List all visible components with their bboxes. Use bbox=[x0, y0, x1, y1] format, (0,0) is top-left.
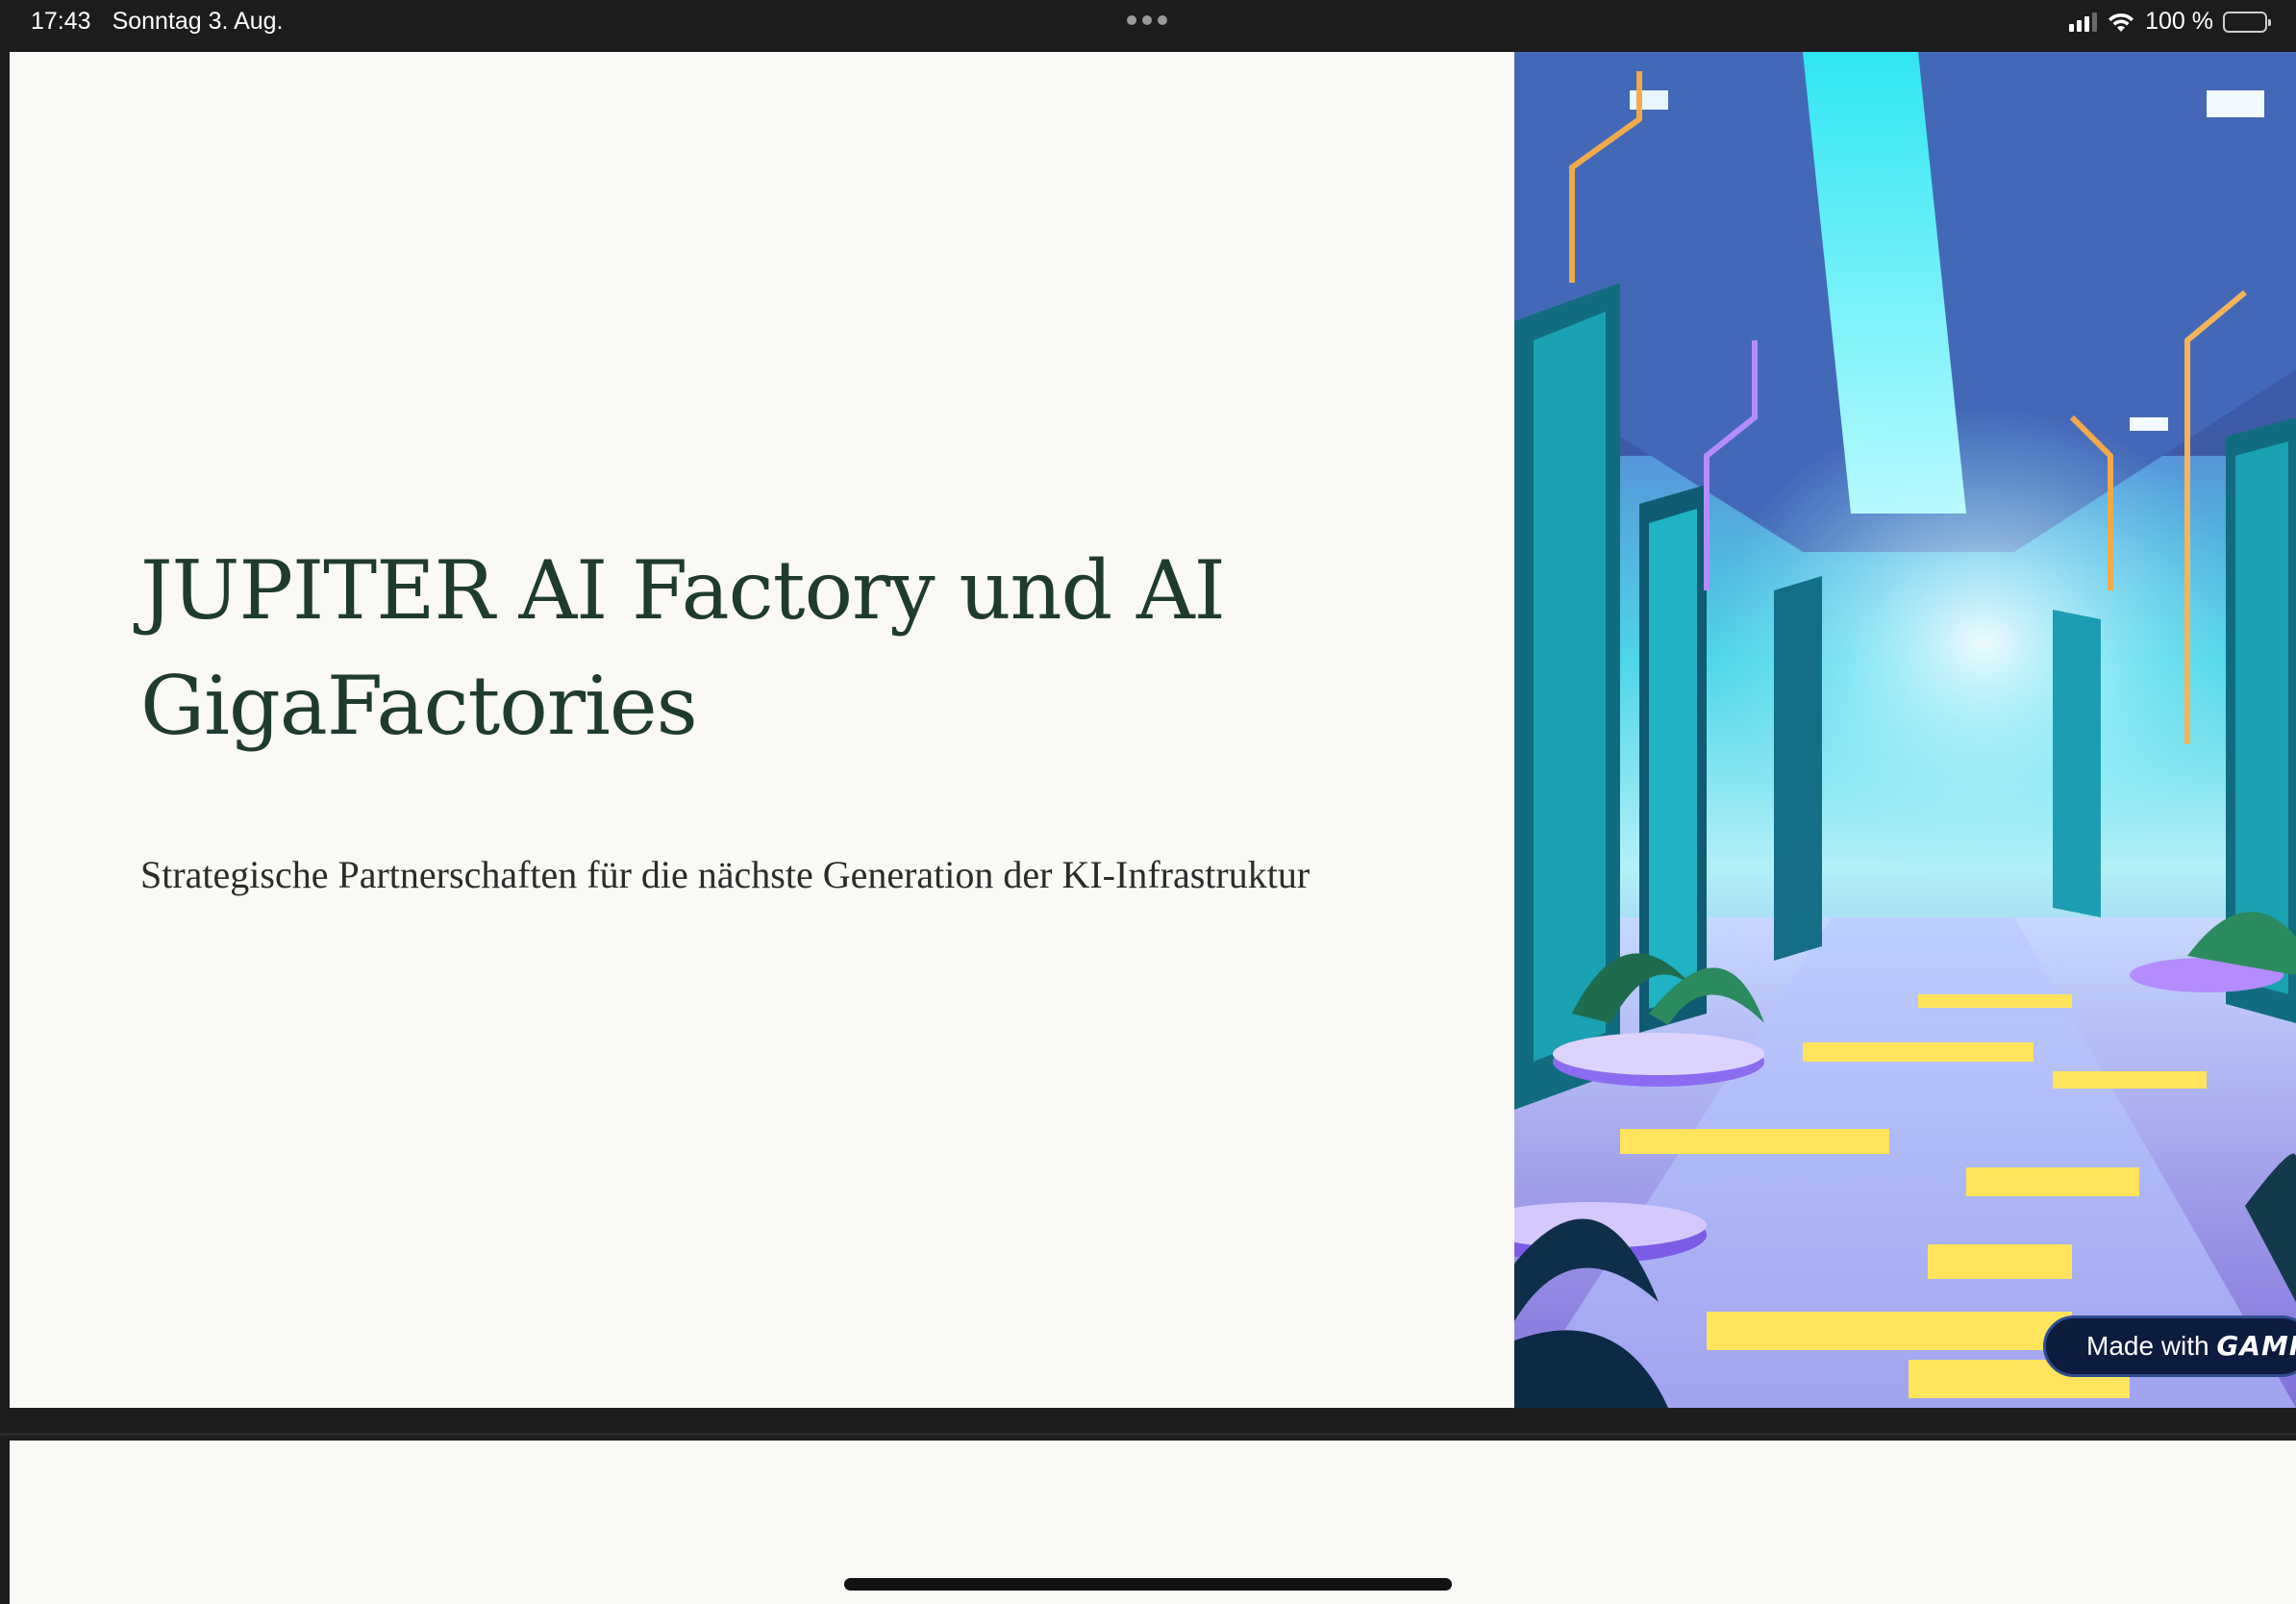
status-left: 17:43 Sonntag 3. Aug. bbox=[31, 8, 284, 36]
badge-brand: GAMMA bbox=[2216, 1330, 2296, 1362]
slide-subtitle: Strategische Partnerschaften für die näc… bbox=[140, 853, 1310, 896]
slide-text-block: JUPITER AI Factory und AI GigaFactories … bbox=[140, 533, 1333, 906]
status-bar: 17:43 Sonntag 3. Aug. 100 % bbox=[0, 0, 2296, 44]
dot-3 bbox=[1158, 15, 1167, 25]
dot-2 bbox=[1142, 15, 1152, 25]
slide-divider-line bbox=[0, 1433, 2296, 1436]
made-with-gamma-badge[interactable]: Made with GAMMA bbox=[2043, 1316, 2296, 1377]
status-time: 17:43 bbox=[31, 8, 91, 35]
status-right: 100 % bbox=[2069, 8, 2271, 36]
badge-prefix: Made with bbox=[2086, 1331, 2217, 1361]
multitasking-dots-icon[interactable] bbox=[1127, 15, 1167, 25]
slide-title: JUPITER AI Factory und AI GigaFactories bbox=[140, 543, 1226, 753]
hero-image-server-corridor bbox=[1514, 52, 2296, 1408]
battery-icon bbox=[2223, 11, 2271, 33]
wifi-icon bbox=[2109, 13, 2134, 32]
presentation-slide[interactable]: JUPITER AI Factory und AI GigaFactories … bbox=[10, 52, 2296, 1408]
dot-1 bbox=[1127, 15, 1136, 25]
battery-percent: 100 % bbox=[2145, 8, 2213, 35]
slide-divider bbox=[0, 1419, 2296, 1429]
status-date: Sonntag 3. Aug. bbox=[112, 8, 284, 35]
home-indicator[interactable] bbox=[844, 1578, 1452, 1591]
cellular-signal-icon bbox=[2069, 12, 2098, 32]
ipad-screen: 17:43 Sonntag 3. Aug. 100 % JUPITER AI F… bbox=[0, 0, 2296, 1604]
